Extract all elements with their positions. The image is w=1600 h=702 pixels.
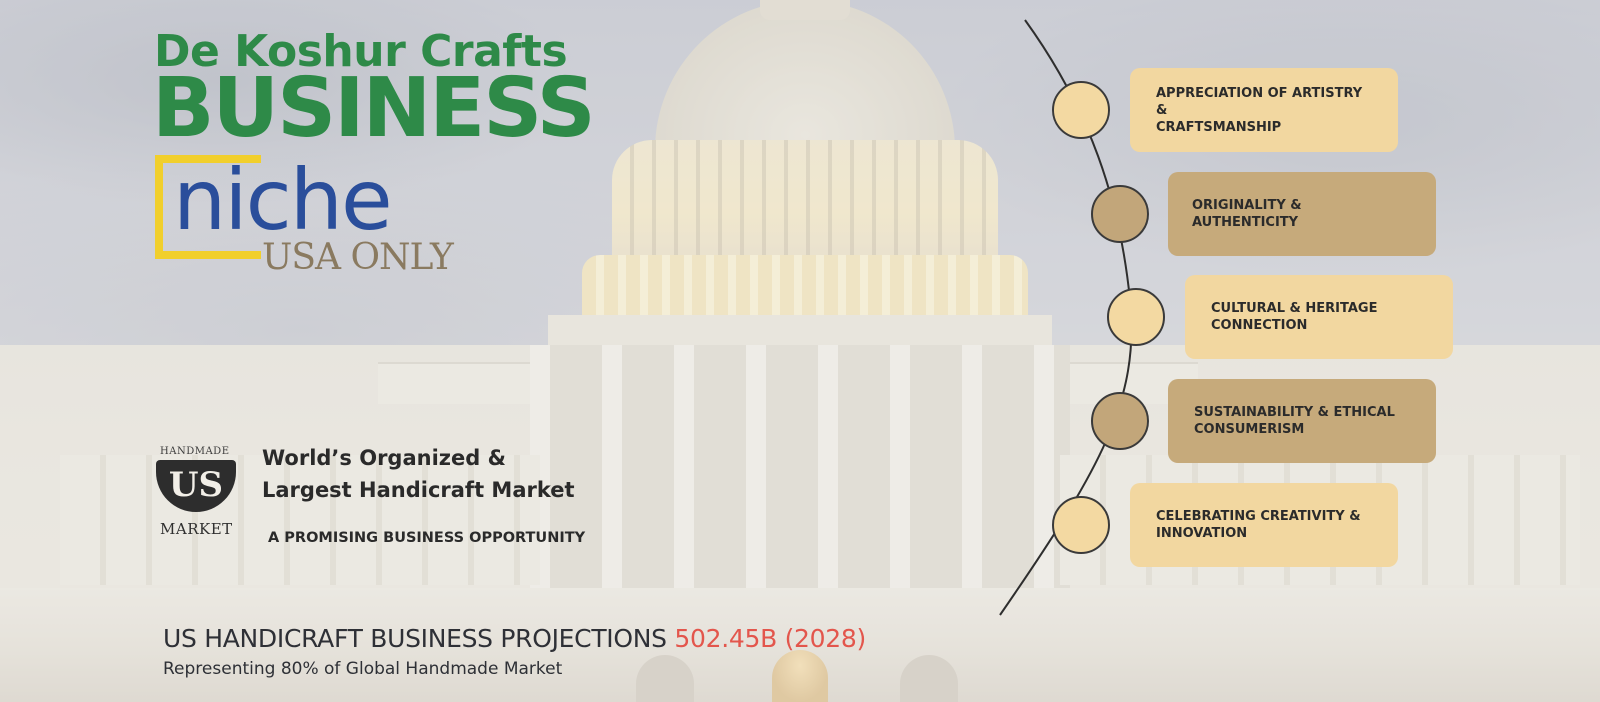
timeline-node-3 — [1107, 288, 1165, 346]
timeline-card-5: CELEBRATING CREATIVITY & INNOVATION — [1130, 483, 1398, 567]
timeline-card-4: SUSTAINABILITY & ETHICAL CONSUMERISM — [1168, 379, 1436, 463]
timeline-card-2: ORIGINALITY & AUTHENTICITY — [1168, 172, 1436, 256]
timeline-node-5 — [1052, 496, 1110, 554]
card-5-line2: INNOVATION — [1156, 526, 1248, 541]
card-2-line1: ORIGINALITY & AUTHENTICITY — [1192, 198, 1302, 230]
card-3-text: CULTURAL & HERITAGE CONNECTION — [1211, 300, 1377, 334]
card-2-text: ORIGINALITY & AUTHENTICITY — [1192, 197, 1410, 231]
timeline-card-1: APPRECIATION OF ARTISTRY & CRAFTSMANSHIP — [1130, 68, 1398, 152]
timeline-node-4 — [1091, 392, 1149, 450]
card-3-line2: CONNECTION — [1211, 318, 1308, 333]
card-5-line1: CELEBRATING CREATIVITY & — [1156, 509, 1361, 524]
card-3-line1: CULTURAL & HERITAGE — [1211, 301, 1378, 316]
card-1-line1: APPRECIATION OF ARTISTRY & — [1156, 85, 1363, 118]
timeline-node-1 — [1052, 81, 1110, 139]
card-4-text: SUSTAINABILITY & ETHICAL CONSUMERISM — [1194, 404, 1395, 438]
card-4-line2: CONSUMERISM — [1194, 422, 1305, 437]
card-4-line1: SUSTAINABILITY & ETHICAL — [1194, 405, 1395, 420]
card-1-text: APPRECIATION OF ARTISTRY & CRAFTSMANSHIP — [1156, 85, 1372, 136]
card-1-line2: CRAFTSMANSHIP — [1156, 119, 1282, 135]
timeline-card-3: CULTURAL & HERITAGE CONNECTION — [1185, 275, 1453, 359]
card-5-text: CELEBRATING CREATIVITY & INNOVATION — [1156, 508, 1361, 542]
timeline-node-2 — [1091, 185, 1149, 243]
